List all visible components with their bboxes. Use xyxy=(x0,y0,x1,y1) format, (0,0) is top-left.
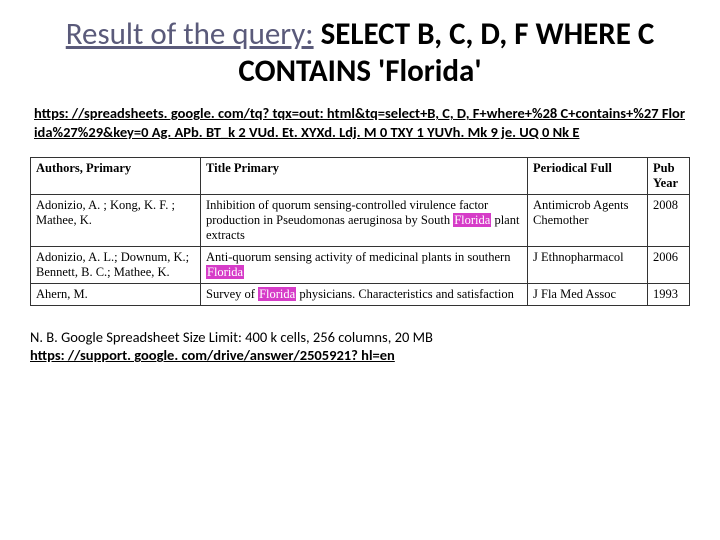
col-year: Pub Year xyxy=(648,157,690,194)
cell-authors: Adonizio, A. L.; Downum, K.; Bennett, B.… xyxy=(31,246,201,283)
cell-authors: Adonizio, A. ; Kong, K. F. ; Mathee, K. xyxy=(31,194,201,246)
cell-title: Anti-quorum sensing activity of medicina… xyxy=(201,246,528,283)
table-row: Adonizio, A. L.; Downum, K.; Bennett, B.… xyxy=(31,246,690,283)
cell-year: 2006 xyxy=(648,246,690,283)
cell-title: Survey of Florida physicians. Characteri… xyxy=(201,283,528,305)
footnote: N. B. Google Spreadsheet Size Limit: 400… xyxy=(30,328,690,366)
query-url-link[interactable]: https: //spreadsheets. google. com/tq? t… xyxy=(34,104,686,140)
slide-title: Result of the query: SELECT B, C, D, F W… xyxy=(30,16,690,90)
cell-authors: Ahern, M. xyxy=(31,283,201,305)
cell-year: 1993 xyxy=(648,283,690,305)
cell-title: Inhibition of quorum sensing-controlled … xyxy=(201,194,528,246)
cell-periodical: J Fla Med Assoc xyxy=(528,283,648,305)
col-title: Title Primary xyxy=(201,157,528,194)
table-row: Adonizio, A. ; Kong, K. F. ; Mathee, K. … xyxy=(31,194,690,246)
cell-periodical: J Ethnopharmacol xyxy=(528,246,648,283)
col-authors: Authors, Primary xyxy=(31,157,201,194)
table-row: Ahern, M. Survey of Florida physicians. … xyxy=(31,283,690,305)
slide: Result of the query: SELECT B, C, D, F W… xyxy=(0,0,720,375)
highlight-florida: Florida xyxy=(258,287,296,301)
col-periodical: Periodical Full xyxy=(528,157,648,194)
cell-year: 2008 xyxy=(648,194,690,246)
title-post: physicians. Characteristics and satisfac… xyxy=(296,287,514,301)
table-header-row: Authors, Primary Title Primary Periodica… xyxy=(31,157,690,194)
cell-periodical: Antimicrob Agents Chemother xyxy=(528,194,648,246)
title-pre: Inhibition of quorum sensing-controlled … xyxy=(206,198,488,227)
title-pre: Anti-quorum sensing activity of medicina… xyxy=(206,250,510,264)
highlight-florida: Florida xyxy=(206,265,244,279)
results-table: Authors, Primary Title Primary Periodica… xyxy=(30,157,690,306)
highlight-florida: Florida xyxy=(453,213,491,227)
nb-link[interactable]: https: //support. google. com/drive/answ… xyxy=(30,346,395,364)
nb-text: N. B. Google Spreadsheet Size Limit: 400… xyxy=(30,328,433,346)
title-prefix: Result of the query: xyxy=(66,15,314,53)
title-pre: Survey of xyxy=(206,287,258,301)
